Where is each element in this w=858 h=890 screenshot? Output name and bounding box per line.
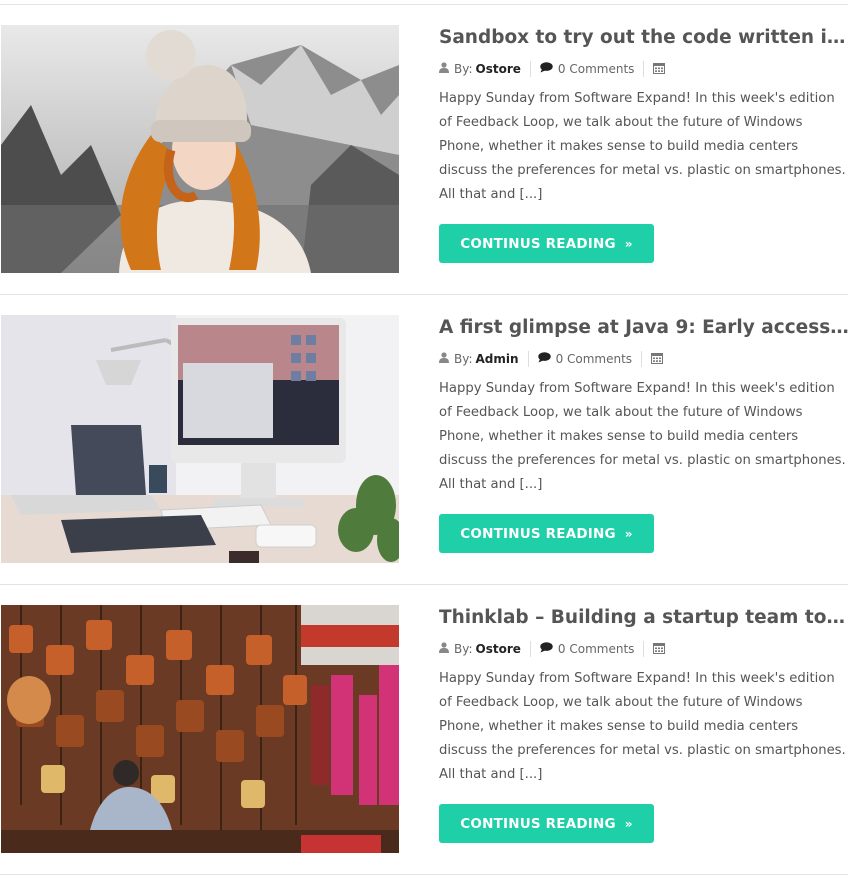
post-thumbnail[interactable] [1,605,399,853]
comments-count: 0 Comments [555,352,633,366]
comments-count: 0 Comments [557,642,635,656]
post-thumbnail[interactable] [1,25,399,273]
user-icon [439,352,449,366]
post-title[interactable]: A first glimpse at Java 9: Early access … [439,316,851,340]
chevron-right-double-icon: » [624,816,633,831]
post-meta: By: Ostore 0 Comments [439,641,851,657]
chevron-right-double-icon: » [624,526,633,541]
post-separator [0,294,848,295]
comment-icon [537,352,551,366]
post-comments[interactable]: 0 Comments [540,61,645,77]
author-name[interactable]: Ostore [476,62,521,76]
continue-reading-button[interactable]: CONTINUS READING » [439,804,654,843]
post-title[interactable]: Sandbox to try out the code written in a… [439,26,851,50]
post-comments[interactable]: 0 Comments [537,351,643,367]
post-card: Sandbox to try out the code written in a… [0,25,858,275]
post-meta: By: Ostore 0 Comments [439,61,851,77]
calendar-icon [653,62,666,77]
author-label: By: [454,642,473,656]
post-content: Sandbox to try out the code written in a… [439,25,851,263]
post-comments[interactable]: 0 Comments [540,641,645,657]
button-label: CONTINUS READING [460,815,616,832]
author-label: By: [454,352,473,366]
calendar-icon [651,352,664,367]
post-date [651,351,677,367]
chevron-right-double-icon: » [624,236,633,251]
post-excerpt: Happy Sunday from Software Expand! In th… [439,671,846,782]
comment-icon [540,62,553,76]
post-card: Thinklab – Building a startup team to fi… [0,605,858,855]
user-icon [439,62,449,76]
post-content: Thinklab – Building a startup team to fi… [439,605,851,843]
post-author: By: Admin [439,351,529,367]
button-label: CONTINUS READING [460,525,616,542]
comment-icon [540,642,553,656]
post-thumbnail[interactable] [1,315,399,563]
author-name[interactable]: Admin [476,352,519,366]
user-icon [439,642,449,656]
calendar-icon [653,642,666,657]
author-label: By: [454,62,473,76]
button-label: CONTINUS READING [460,235,616,252]
post-excerpt: Happy Sunday from Software Expand! In th… [439,381,846,492]
post-date [653,641,679,657]
post-meta: By: Admin 0 Comments [439,351,851,367]
post-author: By: Ostore [439,61,531,77]
continue-reading-button[interactable]: CONTINUS READING » [439,514,654,553]
author-name[interactable]: Ostore [476,642,521,656]
top-separator [0,4,848,5]
continue-reading-button[interactable]: CONTINUS READING » [439,224,654,263]
post-author: By: Ostore [439,641,531,657]
bottom-separator [0,874,848,875]
post-title[interactable]: Thinklab – Building a startup team to fi… [439,606,851,630]
comments-count: 0 Comments [557,62,635,76]
post-content: A first glimpse at Java 9: Early access … [439,315,851,553]
post-excerpt: Happy Sunday from Software Expand! In th… [439,91,846,202]
post-date [653,61,679,77]
post-card: A first glimpse at Java 9: Early access … [0,315,858,565]
post-separator [0,584,848,585]
